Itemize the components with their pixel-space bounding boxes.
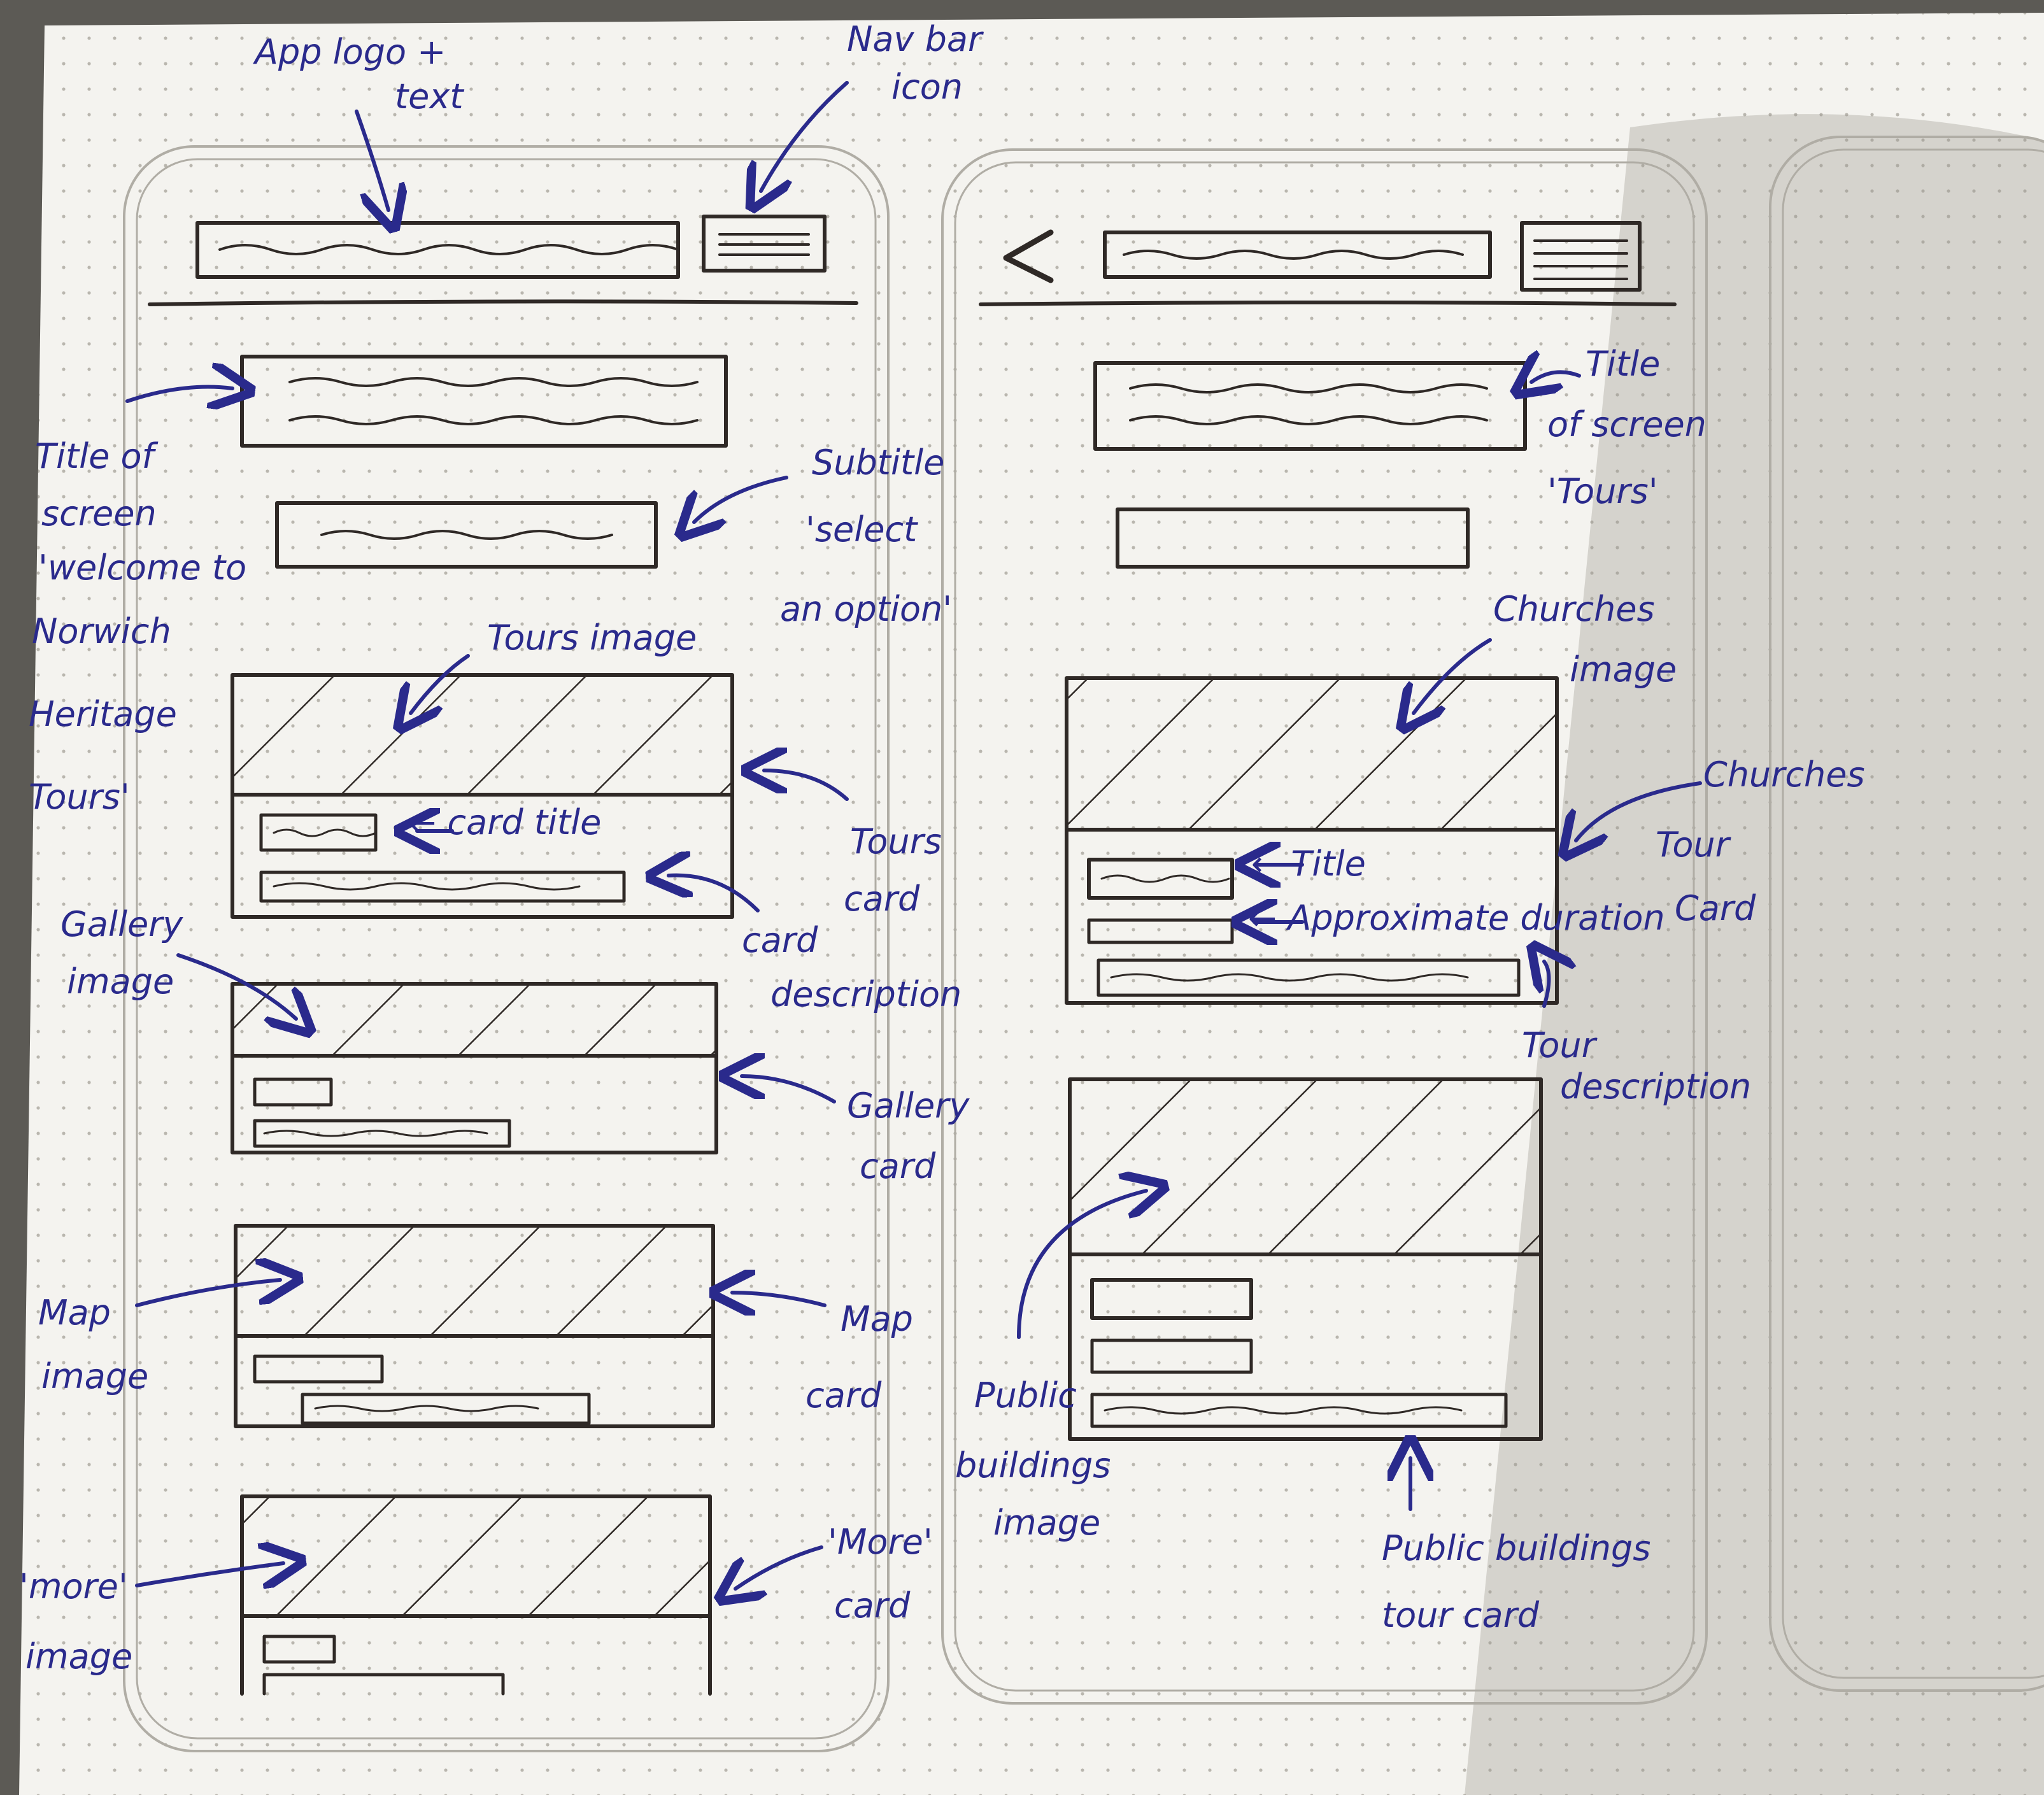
ann-gallery-card: card xyxy=(860,1146,936,1186)
ann-title-screen-1: Tours' xyxy=(29,777,130,817)
ann-app-logo: App logo + xyxy=(253,32,446,72)
ann-tours-image: Tours image xyxy=(487,618,697,658)
ann-title-screen-1: 'welcome to xyxy=(38,548,246,588)
ann-title-screen-2: of screen xyxy=(1547,404,1707,444)
ann-title-screen-1: Heritage xyxy=(29,694,177,734)
ann-map-card: card xyxy=(806,1375,882,1415)
ann-public-buildings-image: buildings xyxy=(955,1445,1111,1486)
ann-public-buildings-card: tour card xyxy=(1382,1595,1540,1635)
ann-churches-card: Tour xyxy=(1656,825,1731,865)
ann-tour-description: description xyxy=(1560,1067,1751,1107)
ann-map-card: Map xyxy=(841,1299,913,1339)
ann-title-label: ← Title xyxy=(1251,844,1366,884)
sketch-page: App logo + text Nav bar icon Title of sc… xyxy=(0,0,2044,1795)
ann-map-image: Map xyxy=(38,1293,111,1333)
ann-public-buildings-image: image xyxy=(993,1503,1100,1543)
ann-gallery-card: Gallery xyxy=(847,1086,970,1126)
ann-title-screen-1: screen xyxy=(41,493,157,534)
ann-card-description: card xyxy=(742,920,818,960)
ann-nav-icon: icon xyxy=(891,67,963,107)
ann-subtitle-1: Subtitle xyxy=(812,443,944,483)
more-image xyxy=(244,1498,708,1616)
ann-churches-image: image xyxy=(1570,649,1677,690)
ann-title-screen-2: Title xyxy=(1586,344,1660,384)
public-buildings-image xyxy=(1072,1081,1539,1254)
ann-card-title: ← card title xyxy=(408,802,601,842)
ann-map-image: image xyxy=(41,1356,148,1396)
ann-public-buildings-image: Public xyxy=(974,1375,1077,1415)
ann-approx-duration: ← Approximate duration xyxy=(1248,898,1665,938)
ann-more-card: 'More' xyxy=(828,1522,933,1562)
ann-churches-card: Card xyxy=(1675,888,1756,928)
ann-churches-card: Churches xyxy=(1703,755,1865,795)
ann-more-image: 'more' xyxy=(19,1566,128,1607)
ann-title-screen-1: Norwich xyxy=(32,611,171,651)
ann-public-buildings-card: Public buildings xyxy=(1382,1528,1650,1568)
map-image xyxy=(238,1228,711,1336)
ann-tours-card: card xyxy=(844,879,920,919)
ann-more-image: image xyxy=(25,1636,132,1677)
ann-churches-image: Churches xyxy=(1493,589,1655,629)
ann-title-screen-1: Title of xyxy=(35,436,159,476)
ann-app-logo: text xyxy=(395,76,464,117)
ann-gallery-image: image xyxy=(67,961,174,1002)
ann-more-card: card xyxy=(834,1586,911,1626)
tours-image xyxy=(234,677,730,795)
ann-tour-description: Tour xyxy=(1522,1025,1598,1065)
gallery-image xyxy=(234,986,714,1056)
ann-title-screen-2: 'Tours' xyxy=(1547,471,1658,511)
ann-nav-icon: Nav bar xyxy=(847,19,984,59)
ann-tours-card: Tours xyxy=(850,821,942,862)
ann-subtitle-1: 'select xyxy=(806,509,918,550)
ann-subtitle-1: an option' xyxy=(780,589,952,629)
churches-image xyxy=(1068,680,1555,830)
ann-gallery-image: Gallery xyxy=(60,904,183,944)
ann-card-description: description xyxy=(770,974,962,1014)
